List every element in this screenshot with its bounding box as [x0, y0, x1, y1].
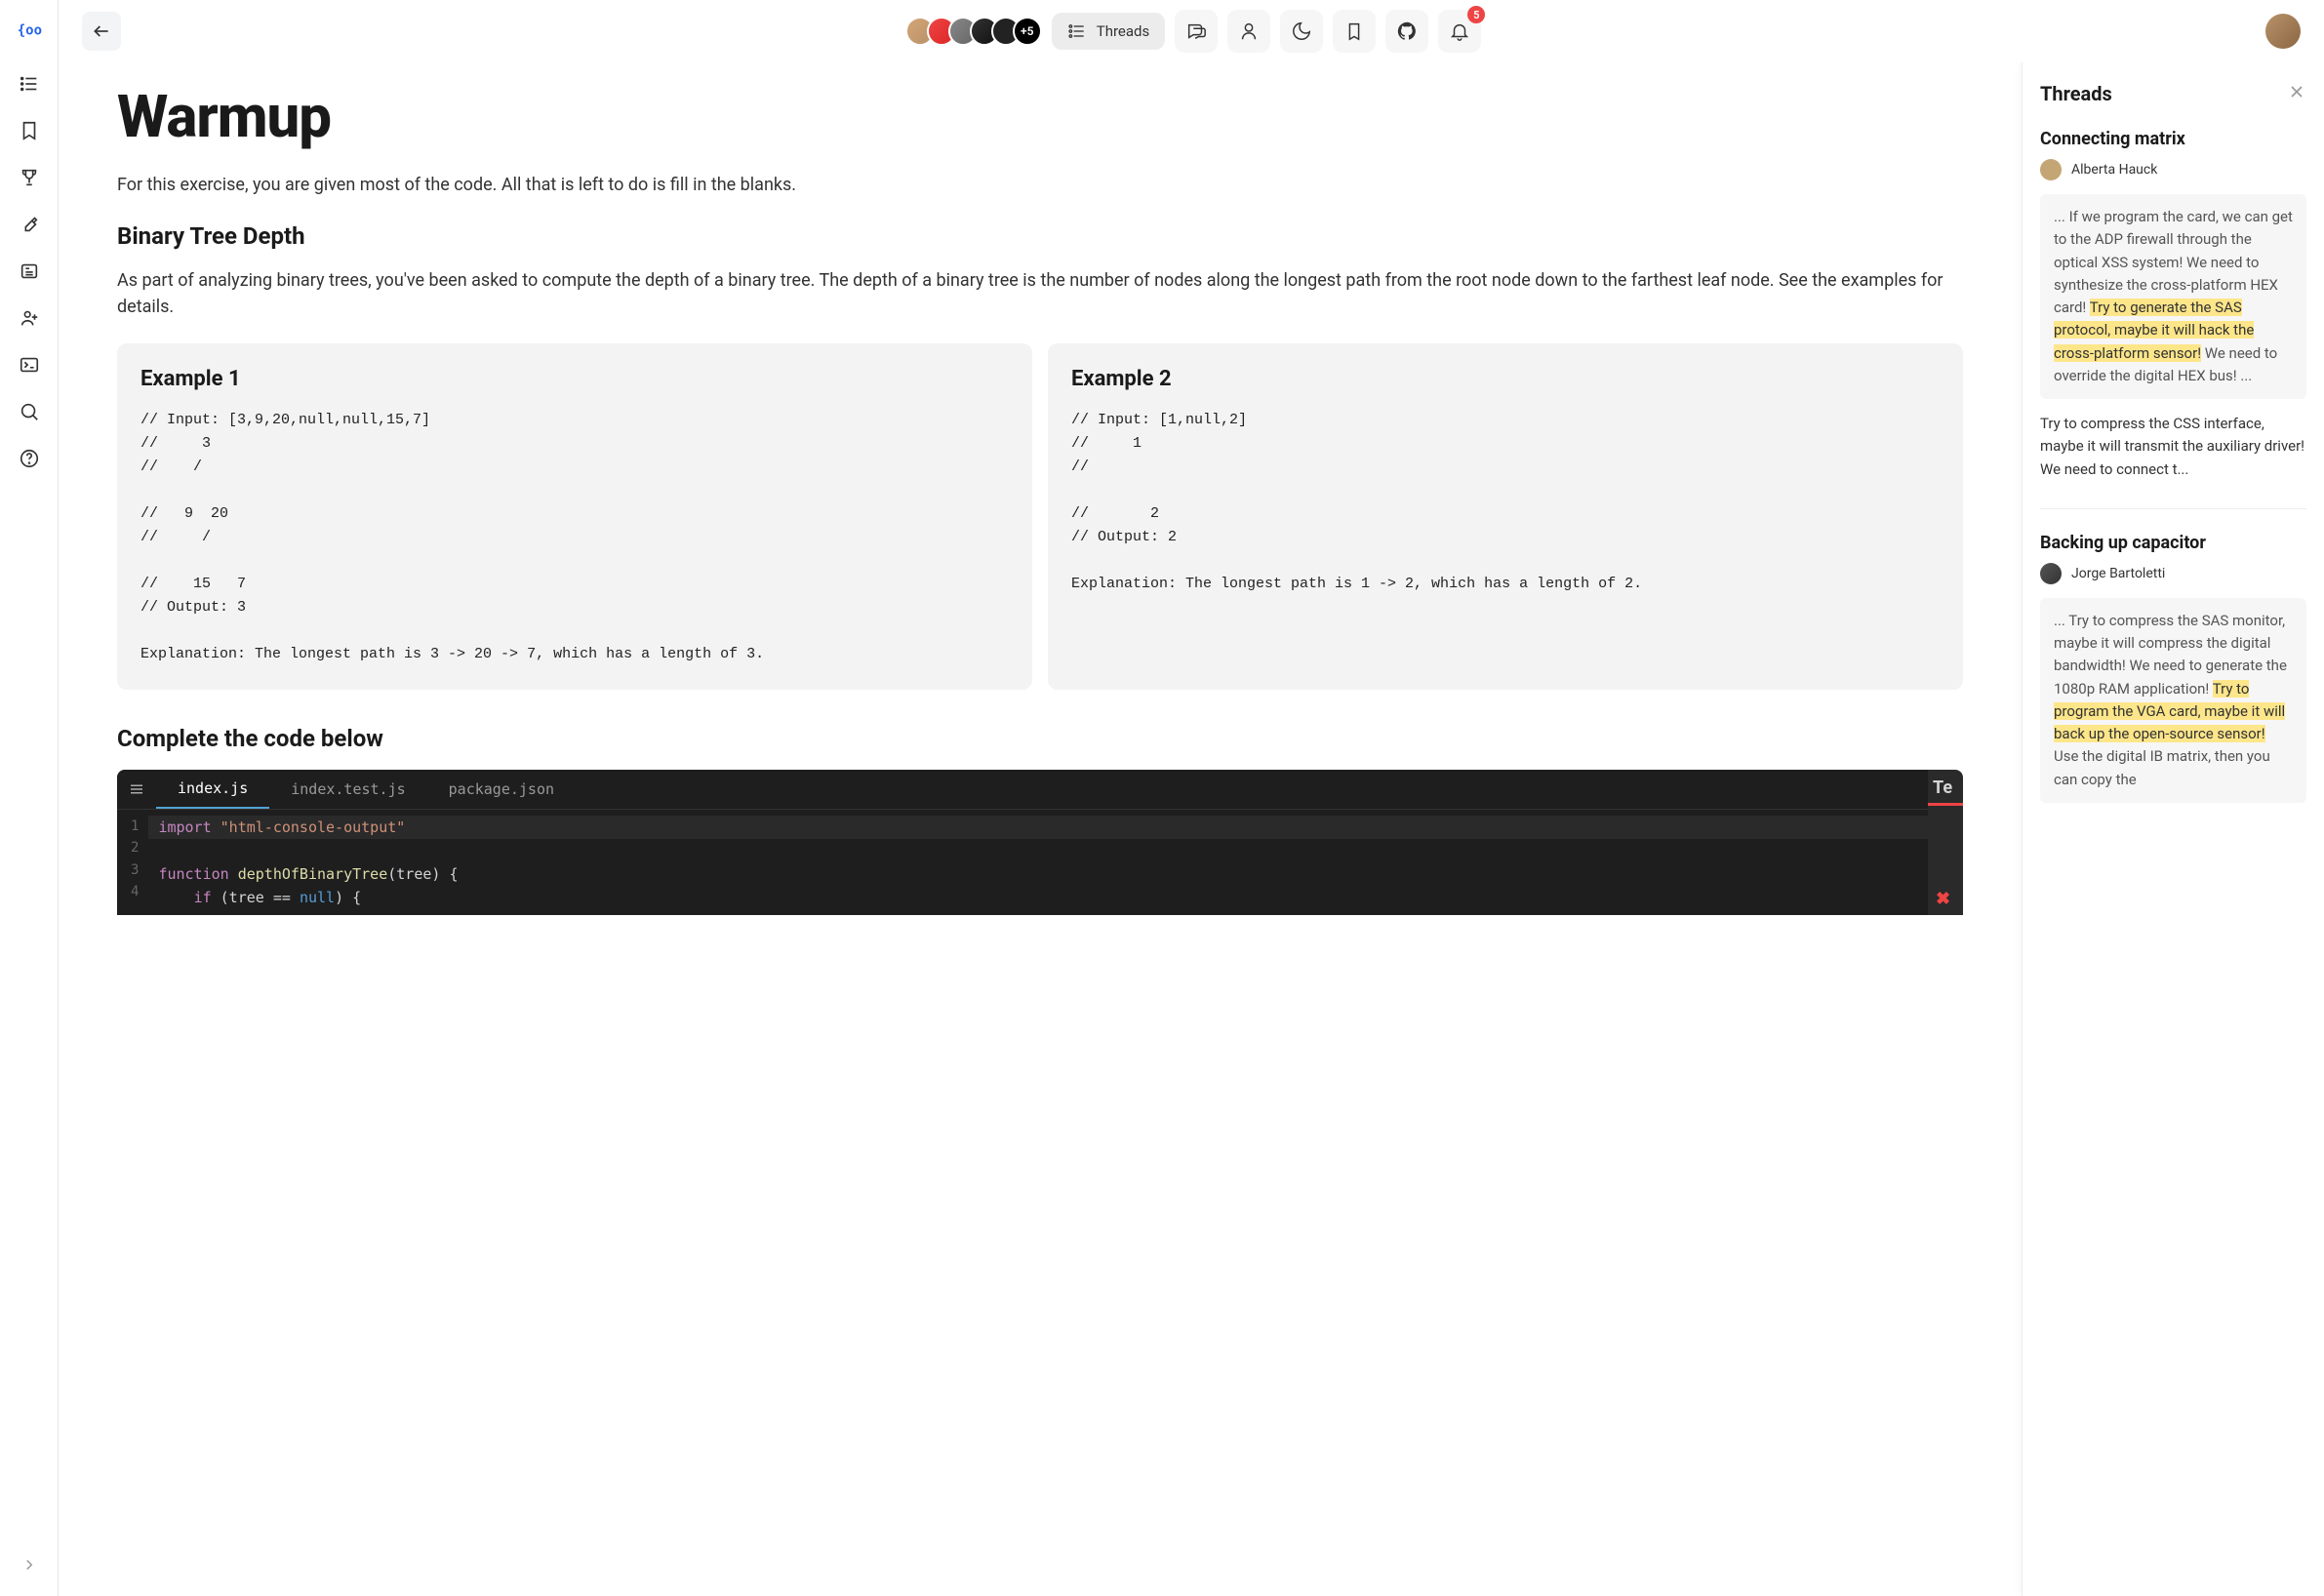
- bookmark-topbar-icon[interactable]: [1333, 10, 1376, 53]
- user-avatar[interactable]: [2265, 14, 2301, 49]
- threads-button[interactable]: Threads: [1052, 13, 1165, 50]
- help-icon[interactable]: [10, 439, 49, 478]
- trophy-icon[interactable]: [10, 158, 49, 197]
- moon-icon[interactable]: [1280, 10, 1323, 53]
- notification-badge: 5: [1467, 6, 1485, 23]
- thread-avatar: [2040, 159, 2062, 180]
- line-gutter: 1 2 3 4: [117, 810, 148, 915]
- expand-rail-icon[interactable]: [10, 1545, 49, 1584]
- svg-text:{oo}: {oo}: [17, 22, 42, 38]
- thread-title: Backing up capacitor: [2040, 533, 2306, 553]
- github-icon[interactable]: [1385, 10, 1428, 53]
- close-icon[interactable]: [2287, 82, 2306, 105]
- thread-item[interactable]: Backing up capacitor Jorge Bartoletti ..…: [2040, 508, 2306, 803]
- page-title: Warmup: [117, 82, 1963, 151]
- editor-menu-icon[interactable]: [117, 770, 156, 809]
- section-body: As part of analyzing binary trees, you'v…: [117, 267, 1963, 320]
- thread-author: Jorge Bartoletti: [2071, 566, 2165, 581]
- complete-heading: Complete the code below: [117, 725, 1963, 752]
- threads-label: Threads: [1097, 22, 1149, 40]
- bookmark-icon[interactable]: [10, 111, 49, 150]
- highlighter-icon[interactable]: [10, 205, 49, 244]
- test-panel-close-icon[interactable]: ✖: [1936, 889, 1950, 909]
- intro-text: For this exercise, you are given most of…: [117, 175, 1963, 195]
- test-panel-label: Te: [1933, 778, 1958, 798]
- terminal-icon[interactable]: [10, 345, 49, 384]
- thread-avatar: [2040, 563, 2062, 584]
- avatar-more[interactable]: +5: [1013, 17, 1042, 46]
- notifications-icon[interactable]: 5: [1438, 10, 1481, 53]
- thread-reply: Try to compress the CSS interface, maybe…: [2040, 413, 2306, 481]
- newspaper-icon[interactable]: [10, 252, 49, 291]
- app-logo[interactable]: {oo}: [12, 12, 47, 47]
- topbar: +5 Threads: [59, 0, 2324, 62]
- editor-tab[interactable]: package.json: [427, 771, 576, 808]
- search-icon[interactable]: [10, 392, 49, 431]
- threads-panel-title: Threads: [2040, 82, 2112, 105]
- section-heading: Binary Tree Depth: [117, 222, 1963, 250]
- person-icon[interactable]: [1227, 10, 1270, 53]
- editor-tabs: index.js index.test.js package.json: [117, 770, 1928, 810]
- thread-quote: ... Try to compress the SAS monitor, may…: [2040, 598, 2306, 803]
- example-title: Example 2: [1071, 367, 1940, 391]
- toc-icon[interactable]: [10, 64, 49, 103]
- invite-user-icon[interactable]: [10, 299, 49, 338]
- thread-title: Connecting matrix: [2040, 129, 2306, 149]
- participants-stack[interactable]: +5: [905, 17, 1042, 46]
- left-rail: {oo}: [0, 0, 59, 1596]
- thread-author: Alberta Hauck: [2071, 162, 2157, 178]
- editor-body[interactable]: 1 2 3 4 import "html-console-output" fun…: [117, 810, 1928, 915]
- back-button[interactable]: [82, 12, 121, 51]
- example-title: Example 1: [140, 367, 1009, 391]
- lesson-content: Warmup For this exercise, you are given …: [59, 62, 2022, 1596]
- editor-tab[interactable]: index.test.js: [269, 771, 426, 808]
- chat-icon[interactable]: [1175, 10, 1218, 53]
- thread-quote: ... If we program the card, we can get t…: [2040, 194, 2306, 399]
- thread-item[interactable]: Connecting matrix Alberta Hauck ... If w…: [2040, 129, 2306, 481]
- example-card: Example 1 // Input: [3,9,20,null,null,15…: [117, 343, 1032, 690]
- example-code: // Input: [3,9,20,null,null,15,7] // 3 /…: [140, 409, 1009, 666]
- code-editor: index.js index.test.js package.json 1 2 …: [117, 770, 1963, 915]
- threads-panel: Threads Connecting matrix Alberta Hauck …: [2022, 62, 2324, 1596]
- test-panel[interactable]: Te ✖: [1928, 770, 1963, 915]
- example-code: // Input: [1,null,2] // 1 // // 2 // Out…: [1071, 409, 1940, 596]
- editor-tab[interactable]: index.js: [156, 770, 269, 809]
- example-card: Example 2 // Input: [1,null,2] // 1 // /…: [1048, 343, 1963, 690]
